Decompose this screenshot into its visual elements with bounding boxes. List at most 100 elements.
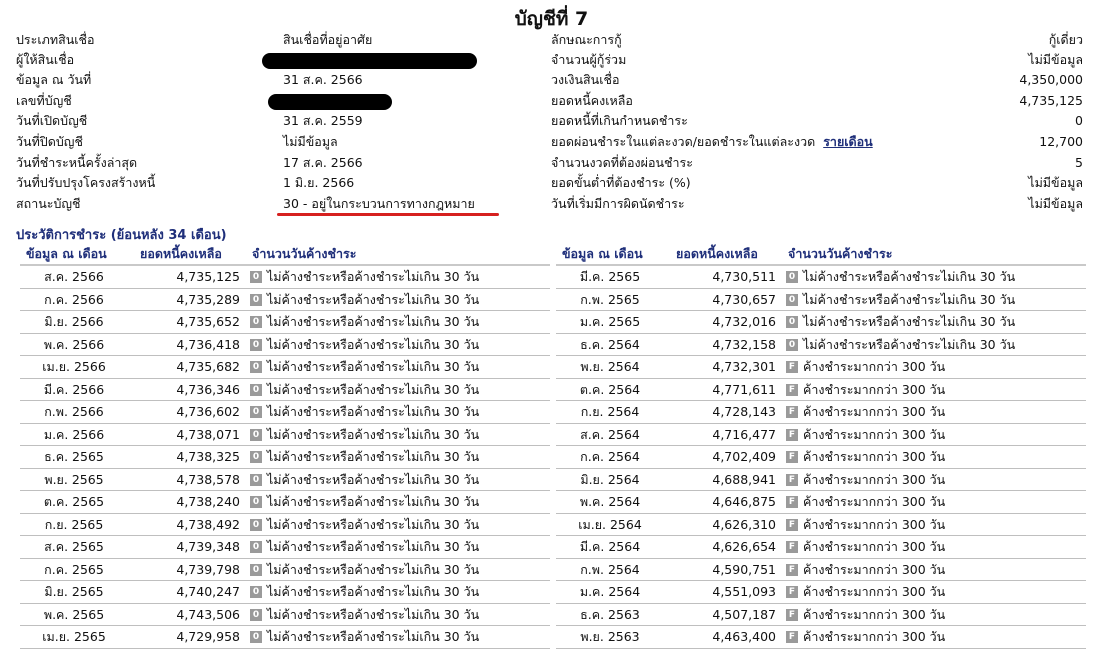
history-status: ค้างชำระมากกว่า 300 วัน <box>803 584 946 599</box>
history-month: ส.ค. 2565 <box>44 539 104 554</box>
history-month: ส.ค. 2564 <box>580 426 640 442</box>
installment-frequency-link[interactable]: รายเดือน <box>823 134 873 149</box>
history-row: ก.พ. 2564 4,590,751 F ค้างชำระมากกว่า 300 ว… <box>556 559 1086 581</box>
info-label-default-start-date: วันที่เริ่มมีการผิดนัดชำระ <box>551 196 685 211</box>
history-status: ค้างชำระมากกว่า 300 วัน <box>803 449 946 464</box>
history-month: เม.ย. 2565 <box>42 629 106 644</box>
history-status: ไม่ค้างชำระหรือค้างชำระไม่เกิน 30 วัน <box>267 426 480 442</box>
info-label-co-borrowers: จำนวนผู้กู้ร่วม <box>551 52 627 67</box>
history-status: ค้างชำระมากกว่า 300 วัน <box>803 471 946 487</box>
status-code-badge: F <box>786 451 798 463</box>
header-month: ข้อมูล ณ เดือน <box>562 246 643 261</box>
history-month: เม.ย. 2566 <box>42 359 106 374</box>
payment-history-table-right: ข้อมูล ณ เดือน ยอดหนี้คงเหลือ จำนวนวันค้… <box>556 244 1086 649</box>
history-row: มิ.ย. 2564 4,688,941 F ค้างชำระมากกว่า 300 … <box>556 469 1086 491</box>
status-code-badge: F <box>786 496 798 508</box>
info-value-restructure-date: 1 มิ.ย. 2566 <box>283 175 355 190</box>
history-status: ไม่ค้างชำระหรือค้างชำระไม่เกิน 30 วัน <box>267 494 480 509</box>
header-days-overdue: จำนวนวันค้างชำระ <box>252 246 357 261</box>
status-code-badge: F <box>786 631 798 643</box>
history-balance: 4,702,409 <box>712 449 776 464</box>
status-code-badge: F <box>786 361 798 373</box>
status-code-badge: 0 <box>250 451 262 463</box>
info-label-data-as-of: ข้อมูล ณ วันที่ <box>16 72 92 87</box>
status-code-badge: 0 <box>786 293 798 306</box>
info-label-account-number: เลขที่บัญชี <box>16 93 72 108</box>
history-month: มิ.ย. 2564 <box>580 471 640 487</box>
history-month: ธ.ค. 2564 <box>580 336 640 352</box>
history-status: ไม่ค้างชำระหรือค้างชำระไม่เกิน 30 วัน <box>803 336 1016 352</box>
info-value-installment-count: 5 <box>1075 155 1083 170</box>
info-value-open-date: 31 ส.ค. 2559 <box>283 113 363 128</box>
info-value-borrow-type: กู้เดี่ยว <box>1048 32 1083 47</box>
history-row: ก.ค. 2564 4,702,409 F ค้างชำระมากกว่า 300 ว… <box>556 446 1086 469</box>
history-row: ก.ค. 2566 4,735,289 0 ไม่ค้างชำระหรือค้างชำ… <box>20 289 550 311</box>
history-status: ค้างชำระมากกว่า 300 วัน <box>803 494 946 509</box>
history-row: พ.ค. 2566 4,736,418 0 ไม่ค้างชำระหรือค้างชำ… <box>20 334 550 356</box>
info-label-borrow-type: ลักษณะการกู้ <box>551 32 622 47</box>
history-row: ส.ค. 2566 4,735,125 0 ไม่ค้างชำระหรือค้างชำ… <box>20 266 550 289</box>
history-row: เม.ย. 2564 4,626,310 F ค้างชำระมากกว่า 300 … <box>556 514 1086 536</box>
history-balance: 4,739,798 <box>176 561 240 577</box>
history-row: เม.ย. 2566 4,735,682 0 ไม่ค้างชำระหรือค้างช… <box>20 356 550 379</box>
history-status: ไม่ค้างชำระหรือค้างชำระไม่เกิน 30 วัน <box>267 516 480 532</box>
history-month: ก.พ. 2565 <box>580 291 640 307</box>
info-value-account-status: 30 - อยู่ในกระบวนการทางกฎหมาย <box>283 196 475 211</box>
status-code-badge: F <box>786 518 798 531</box>
history-status: ไม่ค้างชำระหรือค้างชำระไม่เกิน 30 วัน <box>267 381 480 397</box>
history-month: ก.ย. 2564 <box>580 404 640 419</box>
history-status: ค้างชำระมากกว่า 300 วัน <box>803 404 946 419</box>
history-status: ไม่ค้างชำระหรือค้างชำระไม่เกิน 30 วัน <box>267 629 480 644</box>
info-label-outstanding-balance: ยอดหนี้คงเหลือ <box>551 93 633 108</box>
history-status: ไม่ค้างชำระหรือค้างชำระไม่เกิน 30 วัน <box>267 584 480 599</box>
history-balance: 4,736,602 <box>176 404 240 419</box>
history-month: ม.ค. 2565 <box>579 314 641 329</box>
history-status: ไม่ค้างชำระหรือค้างชำระไม่เกิน 30 วัน <box>267 471 480 487</box>
history-balance: 4,551,093 <box>712 584 776 599</box>
history-balance: 4,732,301 <box>712 359 776 374</box>
history-month: พ.ย. 2564 <box>580 359 640 374</box>
history-balance: 4,736,346 <box>176 381 240 397</box>
history-status: ค้างชำระมากกว่า 300 วัน <box>803 629 946 644</box>
status-code-badge: 0 <box>250 406 262 418</box>
status-code-badge: 0 <box>250 631 262 643</box>
history-month: พ.ย. 2563 <box>580 629 640 644</box>
history-row: พ.ย. 2564 4,732,301 F ค้างชำระมากกว่า 300 ว… <box>556 356 1086 379</box>
history-balance: 4,738,240 <box>176 494 240 509</box>
history-balance: 4,463,400 <box>712 629 776 644</box>
status-code-badge: F <box>786 428 798 441</box>
info-label-account-status: สถานะบัญชี <box>16 196 81 211</box>
info-value-close-date: ไม่มีข้อมูล <box>283 134 338 149</box>
status-code-badge: 0 <box>250 586 262 598</box>
history-status: ไม่ค้างชำระหรือค้างชำระไม่เกิน 30 วัน <box>267 561 480 577</box>
history-balance: 4,626,654 <box>712 539 776 554</box>
info-value-overdue-amount: 0 <box>1075 113 1083 128</box>
history-header-right: ข้อมูล ณ เดือน ยอดหนี้คงเหลือ จำนวนวันค้… <box>556 244 1086 266</box>
info-label-installment-count: จำนวนงวดที่ต้องผ่อนชำระ <box>551 155 693 170</box>
history-month: ก.ย. 2565 <box>44 516 104 532</box>
history-balance: 4,738,071 <box>176 426 240 442</box>
history-status: ค้างชำระมากกว่า 300 วัน <box>803 516 946 532</box>
header-month: ข้อมูล ณ เดือน <box>26 246 107 261</box>
history-status: ไม่ค้างชำระหรือค้างชำระไม่เกิน 30 วัน <box>267 359 480 374</box>
history-row: ก.ย. 2564 4,728,143 F ค้างชำระมากกว่า 300 ว… <box>556 401 1086 424</box>
info-label-restructure-date: วันที่ปรับปรุงโครงสร้างหนี้ <box>16 175 156 190</box>
history-balance: 4,732,158 <box>712 336 776 352</box>
history-row: ต.ค. 2564 4,771,611 F ค้างชำระมากกว่า 300 ว… <box>556 379 1086 401</box>
header-balance: ยอดหนี้คงเหลือ <box>676 246 758 261</box>
info-value-last-payment-date: 17 ส.ค. 2566 <box>283 155 363 170</box>
history-status: ไม่ค้างชำระหรือค้างชำระไม่เกิน 30 วัน <box>803 291 1016 307</box>
info-label-credit-limit: วงเงินสินเชื่อ <box>551 72 620 87</box>
history-balance: 4,507,187 <box>712 606 776 622</box>
status-code-badge: 0 <box>250 608 262 621</box>
history-balance: 4,738,325 <box>176 449 240 464</box>
history-balance: 4,729,958 <box>176 629 240 644</box>
history-row: ม.ค. 2564 4,551,093 F ค้างชำระมากกว่า 300 ว… <box>556 581 1086 604</box>
history-month: ธ.ค. 2565 <box>44 449 104 464</box>
lender-redaction <box>262 53 477 69</box>
status-code-badge: 0 <box>250 316 262 328</box>
installment-label-text: ยอดผ่อนชำระในแต่ละงวด/ยอดชำระในแต่ละงวด <box>551 134 816 149</box>
history-month: ก.พ. 2564 <box>580 561 640 577</box>
info-value-default-start-date: ไม่มีข้อมูล <box>1028 196 1083 211</box>
status-code-badge: 0 <box>250 338 262 351</box>
